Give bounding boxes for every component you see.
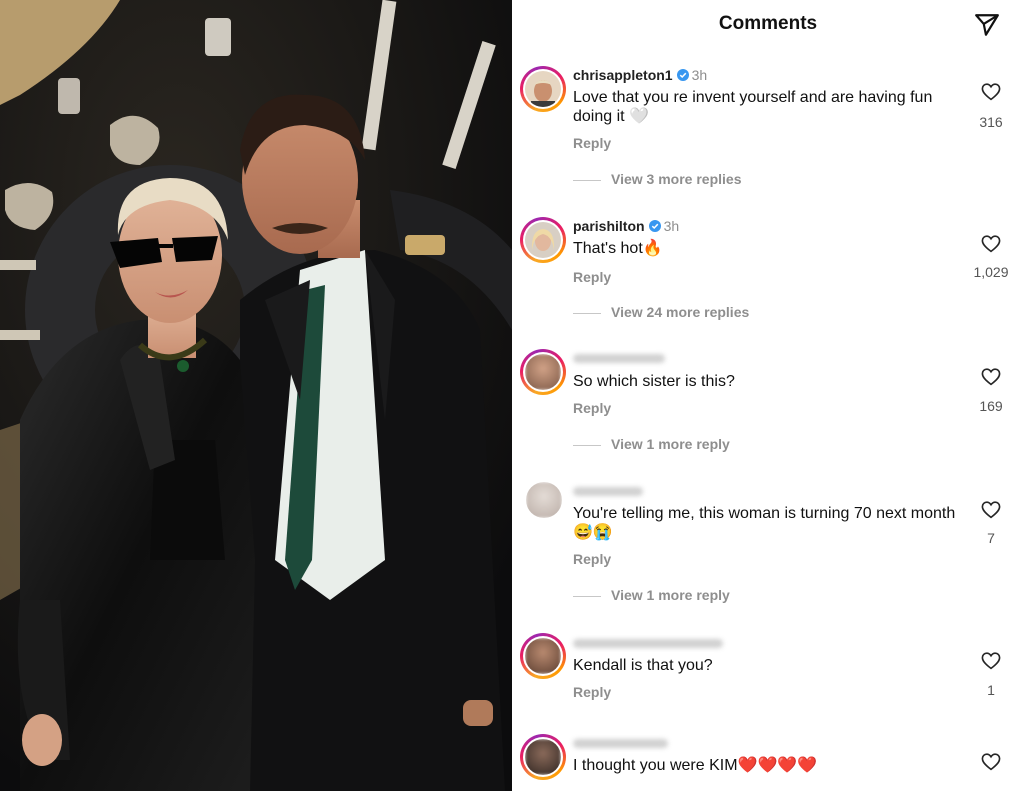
view-more-replies[interactable]: View 1 more reply	[573, 436, 730, 452]
heart-icon[interactable]	[981, 83, 1001, 101]
reply-button[interactable]: Reply	[573, 135, 611, 151]
heart-icon[interactable]	[981, 753, 1001, 771]
heart-icon[interactable]	[981, 652, 1001, 670]
avatar[interactable]	[520, 633, 566, 679]
username-text[interactable]: chrisappleton1	[573, 67, 673, 83]
comment-text: You're telling me, this woman is turning…	[573, 505, 956, 541]
comment-item: You're telling me, this woman is turning…	[512, 482, 1024, 612]
verified-badge-icon	[648, 220, 661, 232]
divider-line	[573, 595, 601, 597]
like-count: 1,029	[973, 264, 1009, 280]
heart-icon[interactable]	[981, 501, 1001, 519]
heart-icon[interactable]	[981, 235, 1001, 253]
username-redacted	[573, 354, 665, 363]
view-more-label[interactable]: View 24 more replies	[611, 304, 749, 320]
username-redacted	[573, 739, 668, 748]
view-more-replies[interactable]: View 3 more replies	[573, 171, 741, 187]
like-count: 169	[979, 398, 1003, 414]
comment-item: chrisappleton1 3h Love that you re invent…	[512, 66, 1024, 201]
avatar[interactable]	[520, 217, 566, 263]
avatar[interactable]	[520, 349, 566, 395]
comment-item: I thought you were KIM❤️❤️❤️❤️	[512, 734, 1024, 791]
username-redacted	[573, 487, 643, 496]
avatar[interactable]	[520, 66, 566, 112]
comment-text: I thought you were KIM❤️❤️❤️❤️	[573, 757, 818, 774]
comments-panel: Comments chrisappleton1 3h Love that you …	[512, 0, 1024, 791]
divider-line	[573, 179, 601, 181]
like-count: 1	[987, 682, 995, 698]
view-more-label[interactable]: View 1 more reply	[611, 587, 730, 603]
reply-button[interactable]: Reply	[573, 269, 611, 285]
comment-text: That's hot🔥	[573, 240, 663, 257]
comment-time: 3h	[691, 67, 708, 83]
username-text[interactable]: parishilton	[573, 218, 645, 234]
like-count: 7	[987, 530, 995, 546]
view-more-replies[interactable]: View 1 more reply	[573, 587, 730, 603]
comments-title: Comments	[718, 13, 818, 34]
reply-button[interactable]: Reply	[573, 551, 611, 567]
username-redacted	[573, 639, 723, 648]
like-count: 316	[979, 114, 1003, 130]
comment-item: Kendall is that you? Reply 1	[512, 633, 1024, 708]
view-more-label[interactable]: View 3 more replies	[611, 171, 741, 187]
reply-button[interactable]: Reply	[573, 400, 611, 416]
post-photo	[0, 0, 512, 791]
view-more-replies[interactable]: View 24 more replies	[573, 304, 749, 320]
comment-username[interactable]: parishilton 3h	[573, 218, 679, 234]
avatar[interactable]	[520, 734, 566, 780]
comment-text: Kendall is that you?	[573, 657, 713, 674]
comment-text: Love that you re invent yourself and are…	[573, 89, 933, 125]
comment-text: So which sister is this?	[573, 373, 735, 390]
view-more-label[interactable]: View 1 more reply	[611, 436, 730, 452]
paper-plane-icon[interactable]	[974, 12, 1000, 38]
verified-badge-icon	[676, 69, 689, 81]
comment-item: parishilton 3h That's hot🔥 Reply View 24 …	[512, 217, 1024, 327]
divider-line	[573, 444, 601, 446]
heart-icon[interactable]	[981, 368, 1001, 386]
comments-header: Comments	[512, 0, 1024, 50]
comment-time: 3h	[663, 218, 680, 234]
avatar[interactable]	[526, 482, 562, 518]
reply-button[interactable]: Reply	[573, 684, 611, 700]
comment-item: So which sister is this? Reply View 1 mo…	[512, 349, 1024, 459]
comment-username[interactable]: chrisappleton1 3h	[573, 67, 707, 83]
divider-line	[573, 312, 601, 314]
